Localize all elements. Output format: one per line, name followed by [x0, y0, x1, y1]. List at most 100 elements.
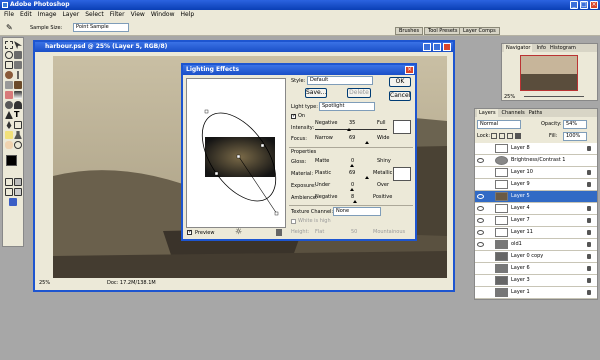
tab-paths[interactable]: Paths — [529, 109, 543, 117]
intensity-slider[interactable] — [315, 129, 387, 130]
save-button[interactable]: Save... — [305, 88, 327, 98]
close-button[interactable]: × — [590, 1, 598, 9]
light-center-handle[interactable] — [236, 154, 241, 159]
foreground-color-swatch[interactable] — [6, 155, 17, 166]
lock-image-icon[interactable] — [499, 133, 505, 139]
light-handle-bottom[interactable] — [274, 211, 279, 216]
brush-tool-icon[interactable] — [17, 71, 19, 79]
focus-slider-knob[interactable] — [365, 141, 369, 144]
trash-icon[interactable] — [276, 229, 282, 236]
menu-window[interactable]: Window — [151, 10, 175, 20]
opacity-field[interactable]: 54% — [563, 120, 587, 129]
zoom-tool-icon[interactable] — [14, 141, 22, 149]
eye-icon[interactable] — [477, 194, 484, 199]
tab-layer-comps[interactable]: Layer Comps — [459, 27, 500, 35]
tab-histogram[interactable]: Histogram — [550, 44, 576, 52]
hand-tool-icon[interactable] — [5, 141, 13, 149]
fill-field[interactable]: 100% — [563, 132, 587, 141]
sample-size-select[interactable]: Point Sample — [73, 23, 129, 32]
history-brush-tool-icon[interactable] — [14, 81, 22, 89]
magic-wand-tool-icon[interactable] — [14, 51, 22, 59]
menu-select[interactable]: Select — [85, 10, 104, 20]
tab-tool-presets[interactable]: Tool Presets — [424, 27, 462, 35]
intensity-value[interactable]: 35 — [349, 120, 355, 126]
eraser-tool-icon[interactable] — [5, 91, 13, 99]
healing-brush-tool-icon[interactable] — [5, 71, 13, 79]
quick-mask-mode-icon[interactable] — [14, 178, 22, 186]
notes-tool-icon[interactable] — [5, 131, 13, 139]
menu-edit[interactable]: Edit — [20, 10, 32, 20]
layer-row[interactable]: Layer 7 — [475, 215, 597, 227]
maximize-button[interactable]: □ — [580, 1, 588, 9]
height-value[interactable]: 50 — [351, 229, 357, 235]
eyedropper-icon[interactable]: ✎ — [6, 23, 16, 32]
tab-channels[interactable]: Channels — [502, 109, 525, 117]
layer-row[interactable]: Layer 1 — [475, 287, 597, 299]
light-type-select[interactable]: Spotlight — [319, 102, 375, 111]
ok-button[interactable]: OK — [389, 77, 411, 87]
menu-filter[interactable]: Filter — [110, 10, 125, 20]
layer-row[interactable]: Layer 10 — [475, 167, 597, 179]
eye-icon[interactable] — [477, 158, 484, 163]
layer-row[interactable]: Brightness/Contrast 1 — [475, 155, 597, 167]
standard-mode-icon[interactable] — [5, 178, 13, 186]
navigator-thumbnail[interactable] — [520, 55, 578, 91]
tab-info[interactable]: Info — [536, 44, 545, 52]
slice-tool-icon[interactable] — [14, 61, 22, 69]
layer-row[interactable]: Layer 9 — [475, 179, 597, 191]
lightbulb-icon[interactable]: ☼ — [235, 227, 242, 236]
white-is-high-checkbox[interactable] — [291, 219, 296, 224]
blend-mode-select[interactable]: Normal — [477, 120, 521, 129]
crop-tool-icon[interactable] — [5, 61, 13, 69]
cancel-button[interactable]: Cancel — [389, 91, 411, 101]
zoom-level[interactable]: 25% — [39, 278, 50, 288]
eye-icon[interactable] — [477, 218, 484, 223]
gloss-slider-knob[interactable] — [350, 164, 354, 167]
delete-button[interactable]: Delete — [347, 88, 371, 98]
eyedropper-tool-icon[interactable] — [14, 131, 22, 139]
texture-channel-select[interactable]: None — [333, 207, 381, 216]
eye-icon[interactable] — [477, 206, 484, 211]
exposure-slider-knob[interactable] — [350, 188, 354, 191]
ambient-color-swatch[interactable] — [393, 167, 411, 181]
blur-tool-icon[interactable] — [5, 101, 13, 109]
tab-layers[interactable]: Layers — [477, 109, 498, 117]
layer-row[interactable]: Layer 6 — [475, 263, 597, 275]
menu-image[interactable]: Image — [38, 10, 57, 20]
shape-tool-icon[interactable] — [14, 121, 22, 129]
doc-maximize-button[interactable] — [433, 43, 441, 51]
navigator-zoom-slider[interactable] — [524, 96, 584, 97]
pen-tool-icon[interactable] — [6, 121, 12, 129]
focus-value[interactable]: 69 — [349, 135, 355, 141]
navigator-zoom[interactable]: 25% — [504, 94, 515, 100]
menu-file[interactable]: File — [4, 10, 14, 20]
clone-stamp-tool-icon[interactable] — [5, 81, 13, 89]
eye-icon[interactable] — [477, 230, 484, 235]
doc-close-button[interactable] — [443, 43, 451, 51]
minimize-button[interactable]: _ — [570, 1, 578, 9]
lock-position-icon[interactable] — [507, 133, 513, 139]
lasso-tool-icon[interactable] — [5, 51, 13, 59]
light-handle-left[interactable] — [214, 171, 219, 176]
preview-area[interactable] — [186, 78, 286, 228]
light-handle-top[interactable] — [204, 109, 209, 114]
menu-help[interactable]: Help — [181, 10, 195, 20]
dodge-tool-icon[interactable] — [14, 101, 22, 109]
marquee-tool-icon[interactable] — [5, 41, 13, 49]
type-tool-icon[interactable]: T — [14, 111, 22, 119]
dialog-close-button[interactable]: × — [405, 66, 414, 74]
light-handle-right[interactable] — [260, 143, 265, 148]
material-value[interactable]: 69 — [349, 170, 355, 176]
menu-view[interactable]: View — [131, 10, 145, 20]
doc-minimize-button[interactable] — [423, 43, 431, 51]
light-color-swatch[interactable] — [393, 120, 411, 134]
lock-all-icon[interactable] — [515, 133, 521, 139]
tab-brushes[interactable]: Brushes — [395, 27, 424, 35]
layer-row[interactable]: Layer 8 — [475, 143, 597, 155]
doc-size[interactable]: Doc: 17.2M/138.1M — [107, 278, 156, 288]
screen-mode-standard-icon[interactable] — [5, 188, 13, 196]
light-on-checkbox[interactable]: ✓ — [291, 114, 296, 119]
jump-to-imageready-icon[interactable] — [9, 198, 17, 206]
layer-row[interactable]: Layer 11 — [475, 227, 597, 239]
menu-layer[interactable]: Layer — [62, 10, 79, 20]
